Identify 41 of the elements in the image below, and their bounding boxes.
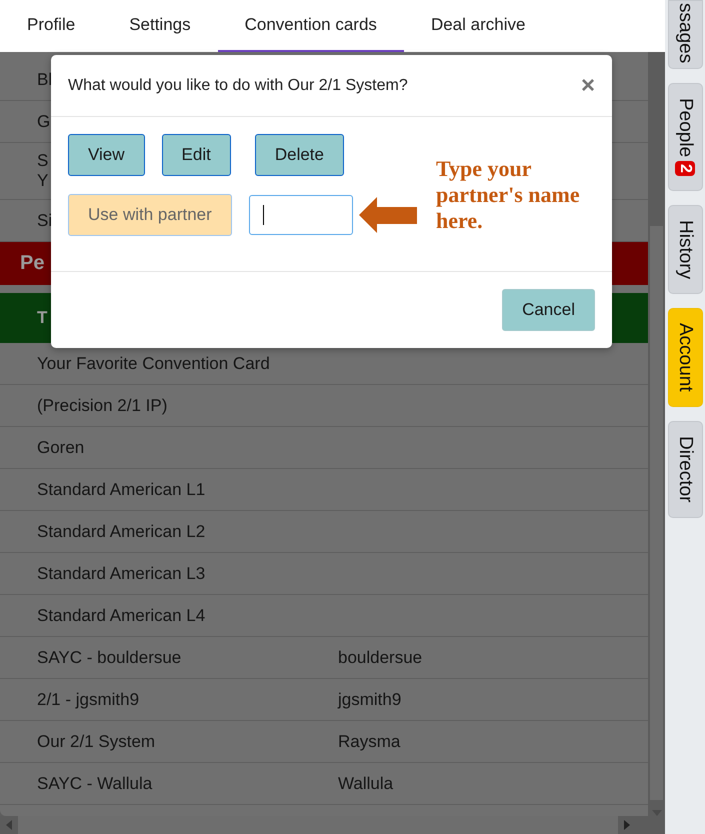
partner-name-field[interactable] xyxy=(248,195,353,235)
sidebar-tab[interactable]: Account xyxy=(668,308,702,408)
table-cell-text: Bl xyxy=(36,68,52,90)
tab[interactable]: Deal archive xyxy=(404,0,552,52)
table-cell-text: SAYC - Wallula xyxy=(36,772,154,794)
tab[interactable]: Settings xyxy=(102,0,218,52)
table-cell-text: Goren xyxy=(36,436,86,458)
table-cell-text: Your Favorite Convention Card xyxy=(36,352,271,374)
table-cell-text: Si xyxy=(36,210,52,232)
dialog-title: What would you like to do with Our 2/1 System? xyxy=(68,76,408,94)
sidebar-tab[interactable]: History xyxy=(668,205,702,294)
table-cell-text: Standard American L3 xyxy=(36,562,206,584)
use-with-partner-button[interactable]: Use with partner xyxy=(68,194,232,236)
table-cell-text: G xyxy=(36,110,50,132)
count-badge: 2 xyxy=(675,161,695,176)
table-cell-text: Standard American L1 xyxy=(36,478,206,500)
sidebar-tab[interactable]: People 2 xyxy=(668,83,702,192)
table-cell-text: Wallula xyxy=(337,772,394,794)
scroll-left-icon[interactable] xyxy=(6,820,12,830)
sidebar-tab[interactable]: ssages xyxy=(668,0,702,70)
close-button[interactable]: × xyxy=(580,72,595,100)
action-button[interactable]: Edit xyxy=(162,134,231,176)
action-button[interactable]: Delete xyxy=(254,134,344,176)
table-cell-text: Our 2/1 System xyxy=(36,730,156,752)
scroll-right-icon[interactable] xyxy=(624,820,630,830)
tab[interactable]: Profile xyxy=(0,0,102,52)
table-cell-text: Standard American L4 xyxy=(36,604,206,626)
table-cell-text: bouldersue xyxy=(337,646,422,668)
horizontal-scrollbar[interactable] xyxy=(0,816,665,834)
cancel-button[interactable]: Cancel xyxy=(502,289,595,331)
table-cell-text: SAYC - bouldersue xyxy=(36,646,182,668)
action-button[interactable]: View xyxy=(68,134,145,176)
table-cell-text: Raysma xyxy=(337,730,400,752)
table-cell-text: jgsmith9 xyxy=(336,688,402,710)
table-cell-text: S Y xyxy=(36,150,48,192)
table-cell-text: 2/1 - jgsmith9 xyxy=(36,688,140,710)
arrow-icon xyxy=(358,197,417,233)
sidebar-tab[interactable]: Director xyxy=(668,421,702,518)
hint-text: Type your partner's name here. xyxy=(436,156,581,234)
table-cell-text: Standard American L2 xyxy=(36,520,206,542)
table-cell-text: (Precision 2/1 IP) xyxy=(36,394,168,416)
